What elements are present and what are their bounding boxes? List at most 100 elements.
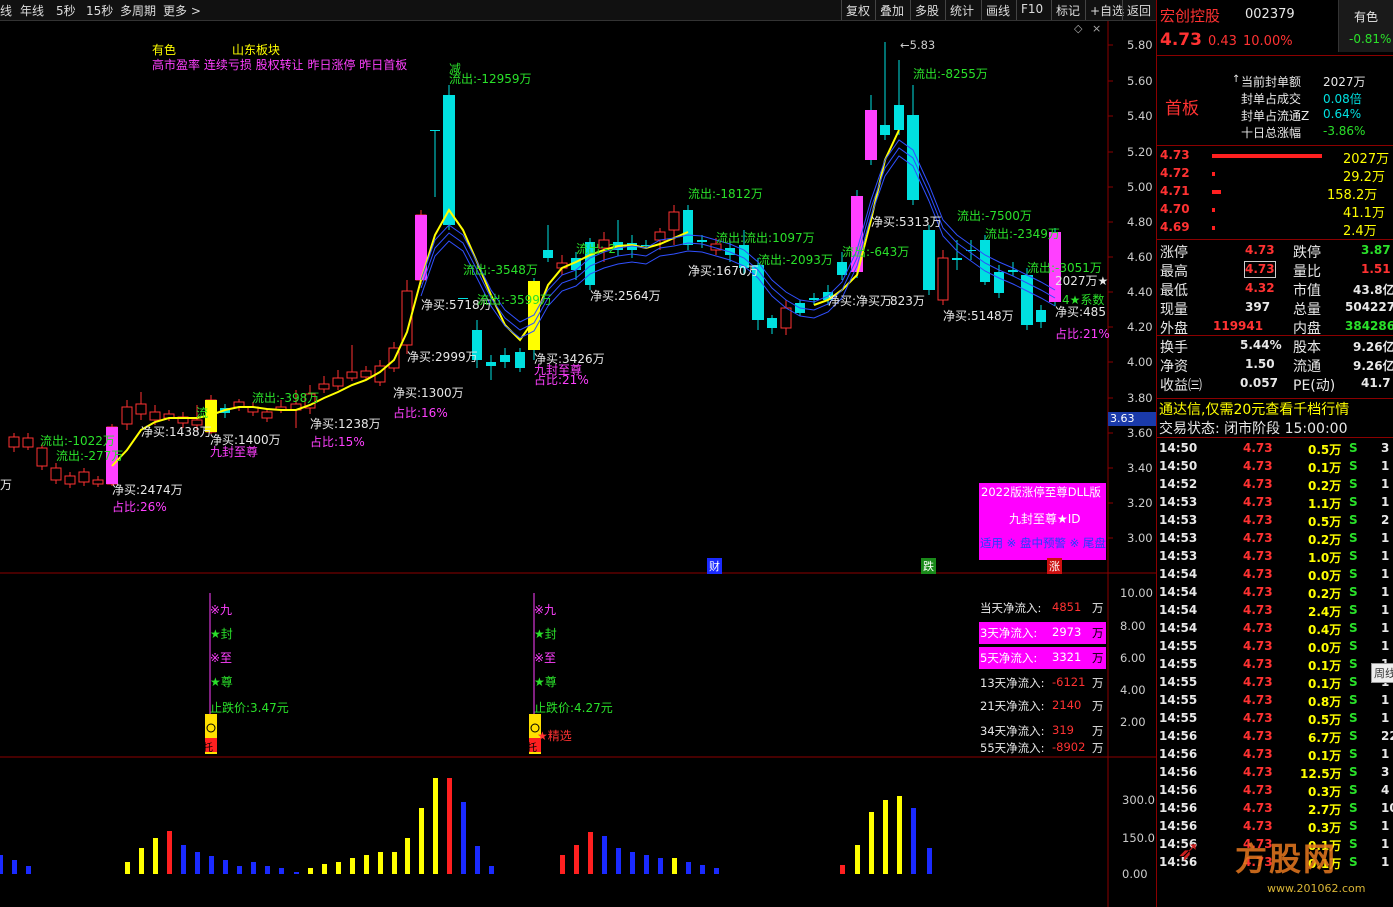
weekly-tooltip[interactable]: 周线: [1371, 663, 1393, 683]
toolbar-button[interactable]: F10: [1021, 2, 1043, 16]
stat-value: 9.26亿: [1353, 359, 1393, 373]
toolbar-button[interactable]: 画线: [986, 2, 1010, 19]
candle[interactable]: [233, 399, 245, 411]
tick-count: 1: [1381, 477, 1390, 491]
signal-candle[interactable]: [865, 110, 877, 160]
toolbar-separator: [981, 0, 982, 20]
sector-box[interactable]: 有色 -0.81%: [1338, 0, 1393, 52]
board-label: 首板: [1165, 99, 1199, 119]
tick-row[interactable]: 14:55 4.73 0.8万 S 1: [1157, 692, 1393, 710]
toolbar-item[interactable]: 15秒: [86, 2, 113, 19]
candle[interactable]: [515, 348, 525, 372]
candle[interactable]: [22, 433, 34, 450]
toolbar-button[interactable]: 统计: [950, 2, 974, 19]
toolbar-item[interactable]: 5秒: [56, 2, 76, 19]
tick-row[interactable]: 14:55 4.73 0.5万 S 1: [1157, 710, 1393, 728]
signal-candle[interactable]: [443, 95, 455, 225]
tick-price: 4.73: [1243, 747, 1273, 761]
tick-row[interactable]: 14:56 4.73 0.1万 S 1: [1157, 746, 1393, 764]
tick-time: 14:54: [1159, 621, 1198, 635]
toolbar-separator: [1085, 0, 1086, 20]
tick-row[interactable]: 14:56 4.73 6.7万 S 22: [1157, 728, 1393, 746]
tick-row[interactable]: 14:53 4.73 0.5万 S 2: [1157, 512, 1393, 530]
tag-die[interactable]: 跌: [921, 558, 936, 574]
diamond-icon[interactable]: ◇: [1074, 22, 1082, 35]
tick-time: 14:55: [1159, 675, 1198, 689]
toolbar-item[interactable]: 线: [0, 2, 12, 19]
tag-cai[interactable]: 财: [707, 558, 722, 574]
tick-row[interactable]: 14:52 4.73 0.2万 S 1: [1157, 476, 1393, 494]
candle[interactable]: [332, 370, 344, 390]
ad-banner[interactable]: 通达信,仅需20元查看千档行情: [1159, 399, 1349, 419]
candle[interactable]: [952, 240, 962, 270]
candle[interactable]: [50, 463, 62, 484]
toolbar-button[interactable]: +自选: [1090, 2, 1124, 19]
tick-volume: 2.7万: [1308, 803, 1342, 817]
toolbar-item[interactable]: 多周期: [120, 2, 156, 19]
tick-row[interactable]: 14:53 4.73 1.1万 S 1: [1157, 494, 1393, 512]
volume-bar: [840, 865, 845, 874]
tick-price: 4.73: [1243, 729, 1273, 743]
candle[interactable]: [388, 342, 400, 372]
toolbar-item[interactable]: 年线: [20, 2, 44, 19]
tick-row[interactable]: 14:53 4.73 1.0万 S 1: [1157, 548, 1393, 566]
toolbar-button[interactable]: 多股: [915, 2, 939, 19]
tick-side: S: [1349, 603, 1358, 617]
candle[interactable]: [1008, 262, 1018, 276]
candle[interactable]: [1036, 305, 1046, 328]
tick-row[interactable]: 14:554.730.1万S1: [1157, 674, 1393, 692]
tick-row[interactable]: 14:50 4.73 0.1万 S 1: [1157, 458, 1393, 476]
candle[interactable]: [937, 250, 949, 305]
tick-time: 14:53: [1159, 513, 1198, 527]
tick-row[interactable]: 14:54 4.73 2.4万 S 1: [1157, 602, 1393, 620]
tick-price: 4.73: [1243, 657, 1273, 671]
toolbar-item[interactable]: 更多 >: [163, 2, 201, 19]
tag-zhang[interactable]: 涨: [1047, 558, 1062, 574]
candle[interactable]: [486, 355, 496, 380]
signal-text: ※至: [534, 651, 557, 665]
tick-row[interactable]: 14:56 4.73 12.5万 S 3: [1157, 764, 1393, 782]
toolbar-button[interactable]: 返回: [1127, 2, 1151, 19]
price-axis-label: 4.80: [1127, 215, 1153, 229]
candle[interactable]: [121, 400, 133, 430]
signal-candle[interactable]: [923, 230, 935, 290]
volume-bar: [0, 855, 3, 874]
candle[interactable]: [500, 348, 510, 368]
tick-row[interactable]: 14:50 4.73 0.5万 S 3: [1157, 440, 1393, 458]
kline-chart-area[interactable]: 5.80 5.60 5.40 5.20 5.00 4.80 4.60 4.40 4.20 4.00…: [0, 0, 1156, 907]
candle[interactable]: [135, 392, 147, 420]
tick-row[interactable]: 14:56 4.73 2.7万 S 10: [1157, 800, 1393, 818]
sub1-axis-label: 4.00: [1120, 683, 1146, 697]
tick-side: S: [1349, 621, 1358, 635]
promo-box[interactable]: 2022版涨停至尊DLL版 九封至尊★ID 适用 ※ 盘中预警 ※ 尾盘: [979, 483, 1106, 560]
tick-side: S: [1349, 585, 1358, 599]
close-icon[interactable]: ×: [1092, 22, 1101, 35]
tick-row[interactable]: 14:53 4.73 0.2万 S 1: [1157, 530, 1393, 548]
candle[interactable]: [8, 433, 20, 452]
candle[interactable]: [880, 42, 890, 140]
tick-row[interactable]: 14:554.730.1万S1: [1157, 656, 1393, 674]
volume-bar: [869, 812, 874, 874]
candle[interactable]: [430, 130, 440, 197]
candle[interactable]: [92, 476, 104, 487]
candle[interactable]: [346, 345, 358, 381]
candle[interactable]: [78, 468, 90, 486]
signal-candle[interactable]: [415, 215, 427, 280]
candle[interactable]: [543, 225, 553, 262]
tick-row[interactable]: 14:54 4.73 0.4万 S 1: [1157, 620, 1393, 638]
tick-row[interactable]: 14:54 4.73 0.2万 S 1: [1157, 584, 1393, 602]
toolbar-button[interactable]: 标记: [1056, 2, 1080, 19]
tick-row[interactable]: 14:56 4.73 0.3万 S 4: [1157, 782, 1393, 800]
toolbar-button[interactable]: 叠加: [880, 2, 904, 19]
volume-bar: [364, 855, 369, 874]
tick-row[interactable]: 14:54 4.73 0.0万 S 1: [1157, 566, 1393, 584]
candle[interactable]: [64, 472, 76, 488]
tick-row[interactable]: 14:55 4.73 0.0万 S 1: [1157, 638, 1393, 656]
flow-unit: 万: [1092, 601, 1104, 615]
tick-price: 4.73: [1243, 783, 1273, 797]
toolbar-button[interactable]: 复权: [846, 2, 870, 19]
candle[interactable]: [894, 60, 904, 135]
candle[interactable]: [318, 376, 330, 393]
candle[interactable]: [767, 315, 777, 334]
tick-count: 2: [1381, 513, 1390, 527]
